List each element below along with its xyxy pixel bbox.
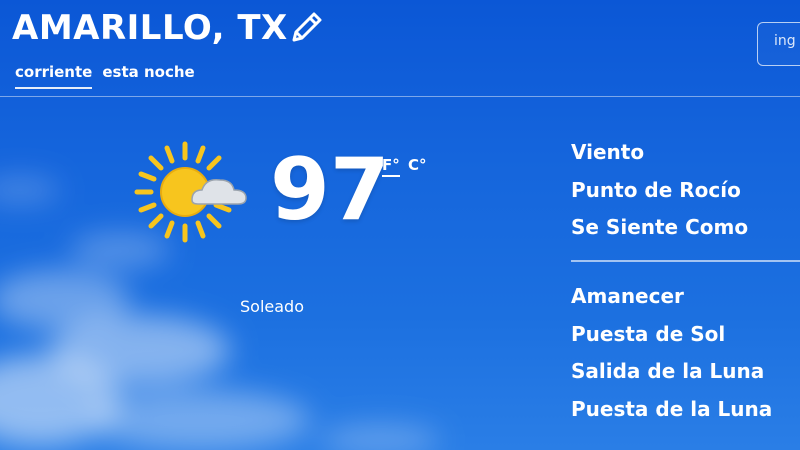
search-input[interactable]: ing [757, 22, 800, 66]
celsius-toggle[interactable]: C° [408, 156, 427, 174]
detail-moonrise: Salida de la Luna [571, 359, 765, 383]
details-group-astronomy: Amanecer Puesta de Sol Salida de la Luna… [571, 278, 772, 428]
detail-dew-point: Punto de Rocío [571, 177, 741, 202]
detail-wind: Viento [571, 140, 645, 164]
details-divider [571, 260, 800, 262]
tab-current[interactable]: corriente [15, 63, 93, 89]
tab-tonight[interactable]: esta noche [102, 63, 194, 89]
detail-sunrise: Amanecer [571, 284, 684, 308]
header-divider [0, 96, 800, 97]
detail-moonset: Puesta de la Luna [571, 396, 773, 421]
fahrenheit-toggle[interactable]: F° [382, 156, 400, 177]
partly-sunny-icon [134, 141, 247, 243]
temperature-value: 97 [270, 140, 390, 240]
city-name: AMARILLO, TX [12, 8, 288, 48]
detail-sunset: Puesta de Sol [571, 321, 726, 346]
details-group-atmosphere: Viento Punto de Rocío Se Siente Como [571, 134, 748, 247]
detail-feels-like: Se Siente Como [571, 215, 749, 239]
time-tabs: corriente esta noche [15, 63, 195, 89]
pencil-edit-icon[interactable] [286, 8, 326, 48]
search-input-text: ing [774, 33, 796, 49]
condition-label: Soleado [240, 297, 304, 316]
